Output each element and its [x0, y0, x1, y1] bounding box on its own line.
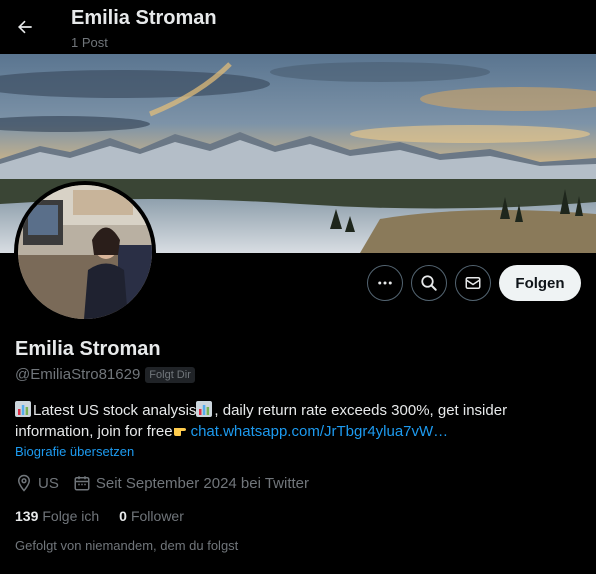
calendar-icon [73, 474, 91, 492]
follows-you-badge: Folgt Dir [145, 366, 195, 383]
following-link[interactable]: 139 Folge ich [15, 508, 99, 524]
avatar-border [14, 181, 156, 323]
location-text: US [38, 474, 59, 492]
message-button[interactable] [455, 265, 491, 301]
arrow-left-icon [18, 20, 32, 34]
bio-link[interactable]: chat.whatsapp.com/JrTbgr4ylua7vW… [191, 423, 449, 440]
top-bar: Emilia Stroman 1 Post [0, 0, 596, 54]
bio-text-part-1: Latest US stock analysis [33, 402, 197, 419]
profile-meta: US Seit September 2024 bei Twitter [15, 474, 309, 492]
header-title: Emilia Stroman [71, 7, 217, 29]
joined-text: Seit September 2024 bei Twitter [95, 474, 310, 492]
back-button[interactable] [8, 10, 42, 44]
bar-chart-emoji-icon [15, 401, 31, 417]
following-count: 139 [15, 508, 39, 524]
follow-stats: 139 Folge ich 0 Follower [15, 508, 184, 524]
search-profile-button[interactable] [411, 265, 447, 301]
bar-chart-emoji-icon [196, 401, 213, 417]
location-pin-icon [15, 474, 33, 492]
display-name: Emilia Stroman [15, 338, 161, 360]
follow-button[interactable]: Folgen [499, 265, 581, 301]
user-handle: @EmiliaStro81629 [15, 366, 141, 383]
followers-count: 0 [119, 508, 127, 524]
followed-by-note: Gefolgt von niemandem, dem du folgst [15, 538, 239, 553]
avatar-photo [18, 185, 152, 319]
more-horizontal-icon [378, 281, 392, 285]
profile-bio: Latest US stock analysis , daily return … [15, 400, 575, 442]
joined-item: Seit September 2024 bei Twitter [73, 474, 309, 492]
following-label: Folge ich [42, 508, 100, 524]
avatar[interactable] [18, 185, 152, 319]
handle-row: @EmiliaStro81629 Folgt Dir [15, 366, 195, 383]
mail-icon [465, 277, 481, 289]
post-count: 1 Post [71, 35, 108, 50]
more-button[interactable] [367, 265, 403, 301]
followers-link[interactable]: 0 Follower [119, 508, 184, 524]
search-icon [421, 275, 437, 291]
translate-bio-link[interactable]: Biografie übersetzen [15, 444, 134, 459]
location-item: US [15, 474, 59, 492]
followers-label: Follower [130, 508, 184, 524]
pointing-hand-emoji-icon [173, 428, 186, 436]
